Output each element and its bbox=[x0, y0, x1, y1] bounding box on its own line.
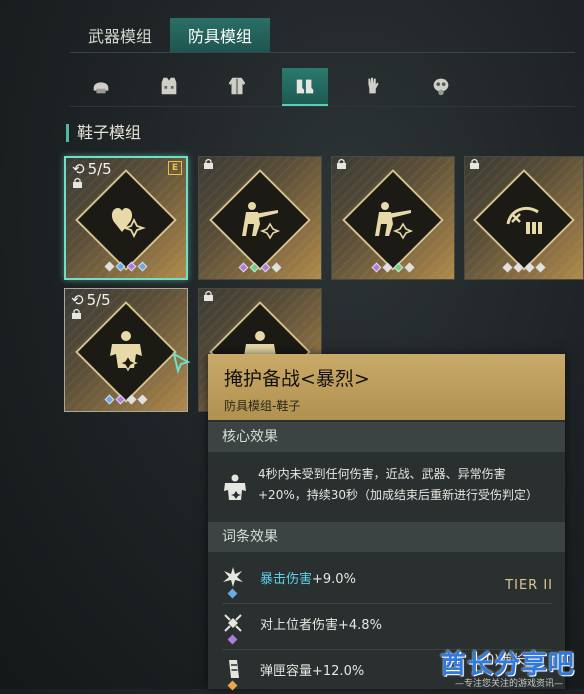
tab-gas-mask[interactable] bbox=[418, 68, 464, 104]
card-count: ⟲ 5/5 bbox=[72, 160, 112, 178]
mod-card[interactable] bbox=[464, 156, 584, 280]
section-title: 鞋子模组 bbox=[66, 124, 141, 142]
gem bbox=[115, 394, 126, 405]
gem bbox=[271, 262, 282, 273]
gem bbox=[502, 262, 513, 273]
affix-text: 暴击伤害+9.0% bbox=[260, 572, 356, 587]
mod-card[interactable] bbox=[198, 156, 322, 280]
gem bbox=[137, 261, 148, 272]
gear-category-tabs bbox=[78, 68, 464, 106]
tooltip-subtitle: 防具模组-鞋子 bbox=[224, 399, 301, 413]
helmet-icon bbox=[93, 82, 109, 94]
lock-icon bbox=[73, 178, 82, 188]
mod-card[interactable]: ⟲ 5/5 bbox=[64, 288, 188, 412]
burst-icon bbox=[223, 567, 243, 587]
gem bbox=[126, 261, 137, 272]
tab-gloves[interactable] bbox=[350, 68, 396, 104]
gem-slots bbox=[104, 394, 148, 405]
module-type-tabs: 武器模组 防具模组 bbox=[70, 18, 270, 52]
gem-slots bbox=[104, 261, 148, 272]
rifleman-icon bbox=[375, 202, 414, 240]
affix-effect-header: 词条效果 bbox=[208, 522, 565, 552]
tab-boots[interactable] bbox=[282, 68, 328, 106]
gem bbox=[227, 588, 238, 599]
gem bbox=[513, 262, 524, 273]
gem bbox=[104, 261, 115, 272]
gem bbox=[249, 262, 260, 273]
gem bbox=[382, 262, 393, 273]
gem bbox=[104, 394, 115, 405]
gem bbox=[238, 262, 249, 273]
gem bbox=[115, 261, 126, 272]
muscle-icon bbox=[224, 474, 246, 500]
gem-slots bbox=[238, 262, 282, 273]
mod-tooltip: 掩护备战<暴烈> 防具模组-鞋子 核心效果 4秒内未受到任何伤害，近战、武器、异… bbox=[208, 354, 565, 691]
gem bbox=[137, 394, 148, 405]
jacket-icon bbox=[228, 77, 246, 95]
refresh-icon: ⟲ bbox=[71, 291, 84, 309]
tier-label: TIER II bbox=[505, 578, 553, 593]
tab-jacket[interactable] bbox=[214, 68, 260, 104]
lock-icon bbox=[204, 291, 213, 301]
gas-mask-icon bbox=[433, 78, 449, 96]
tab-vest[interactable] bbox=[146, 68, 192, 104]
gem bbox=[227, 634, 238, 645]
rifleman-icon bbox=[242, 202, 281, 240]
gem bbox=[260, 262, 271, 273]
card-count: ⟲ 5/5 bbox=[71, 291, 111, 309]
lock-icon bbox=[204, 159, 213, 169]
gem bbox=[524, 262, 535, 273]
heart-icon bbox=[111, 208, 146, 239]
core-effect-header: 核心效果 bbox=[208, 422, 565, 452]
refresh-icon: ⟲ bbox=[72, 160, 85, 178]
affix-row: 暴击伤害+9.0% TIER II bbox=[208, 562, 565, 602]
gem-slots bbox=[371, 262, 415, 273]
core-effect-text: 4秒内未受到任何伤害，近战、武器、异常伤害+20%，持续30秒（加成结束后重新进… bbox=[258, 467, 538, 502]
lock-icon bbox=[470, 159, 479, 169]
tab-armor-mods[interactable]: 防具模组 bbox=[170, 18, 270, 52]
watermark-subtitle: —专注您关注的游戏资讯— bbox=[455, 679, 564, 689]
lock-icon bbox=[72, 309, 81, 319]
affix-text: 弹匣容量+12.0% bbox=[260, 664, 365, 679]
tooltip-header: 掩护备战<暴烈> 防具模组-鞋子 bbox=[208, 354, 565, 420]
category-divider bbox=[70, 106, 575, 107]
tabs-divider bbox=[70, 52, 575, 53]
tab-helmet[interactable] bbox=[78, 68, 124, 104]
affix-row: 对上位者伤害+4.8% bbox=[208, 608, 565, 648]
target-icon bbox=[224, 614, 242, 632]
magazine-icon bbox=[229, 660, 239, 678]
affix-divider bbox=[222, 603, 552, 604]
ammo-icon bbox=[506, 207, 542, 235]
gem-slots bbox=[502, 262, 546, 273]
gem bbox=[371, 262, 382, 273]
lock-icon bbox=[337, 159, 346, 169]
tooltip-title: 掩护备战<暴烈> bbox=[224, 368, 370, 390]
gem bbox=[535, 262, 546, 273]
boots-icon bbox=[296, 79, 314, 94]
mod-card[interactable] bbox=[331, 156, 455, 280]
gem bbox=[393, 262, 404, 273]
equipped-badge: E bbox=[168, 161, 182, 175]
muscle-icon bbox=[110, 331, 142, 372]
gloves-icon bbox=[368, 77, 379, 94]
vest-icon bbox=[161, 77, 177, 95]
pointer-cursor-icon bbox=[172, 352, 191, 374]
tab-weapon-mods[interactable]: 武器模组 bbox=[70, 18, 170, 52]
gem bbox=[404, 262, 415, 273]
affix-text: 对上位者伤害+4.8% bbox=[260, 618, 382, 633]
mod-card[interactable]: ⟲ 5/5 E bbox=[64, 156, 188, 280]
gem bbox=[126, 394, 137, 405]
